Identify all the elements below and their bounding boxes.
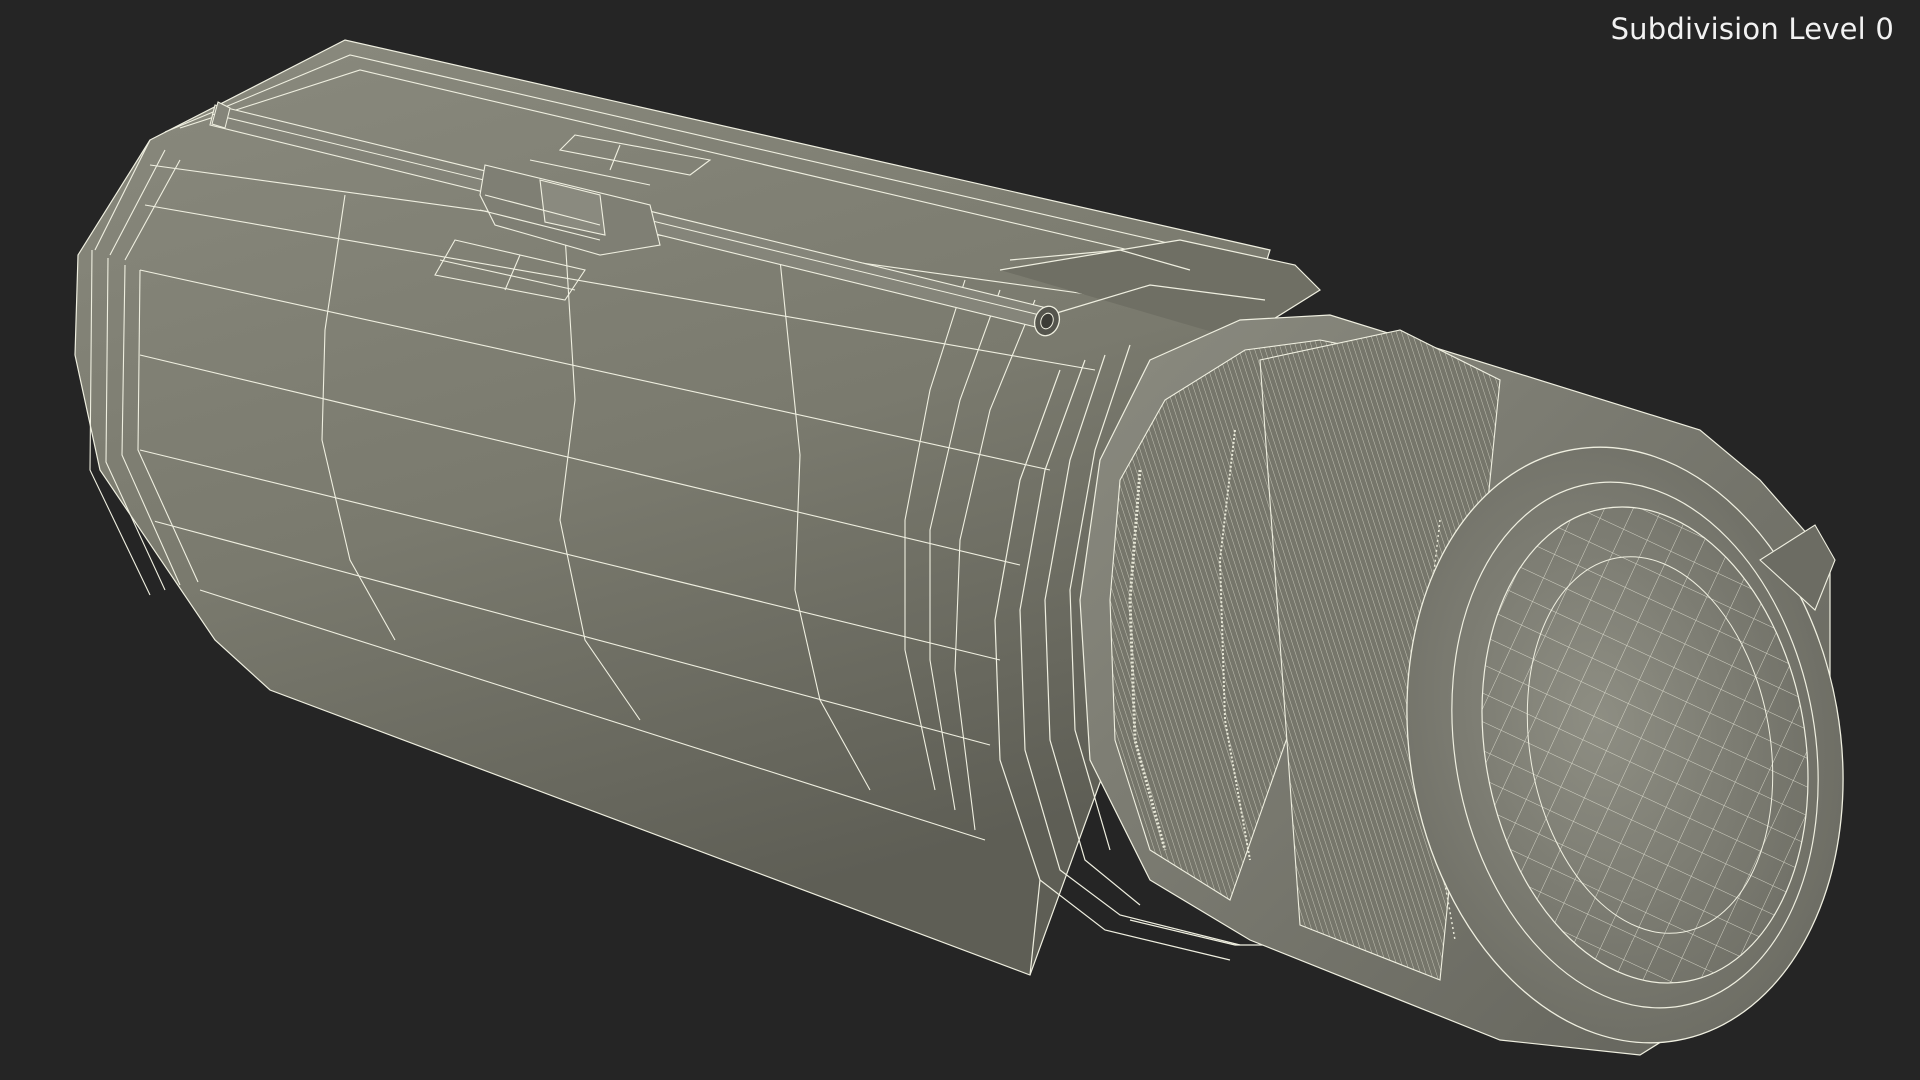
- main-cylinder-body: [74, 39, 1271, 976]
- 3d-viewport[interactable]: [0, 0, 1920, 1080]
- subdivision-level-label: Subdivision Level 0: [1610, 12, 1894, 46]
